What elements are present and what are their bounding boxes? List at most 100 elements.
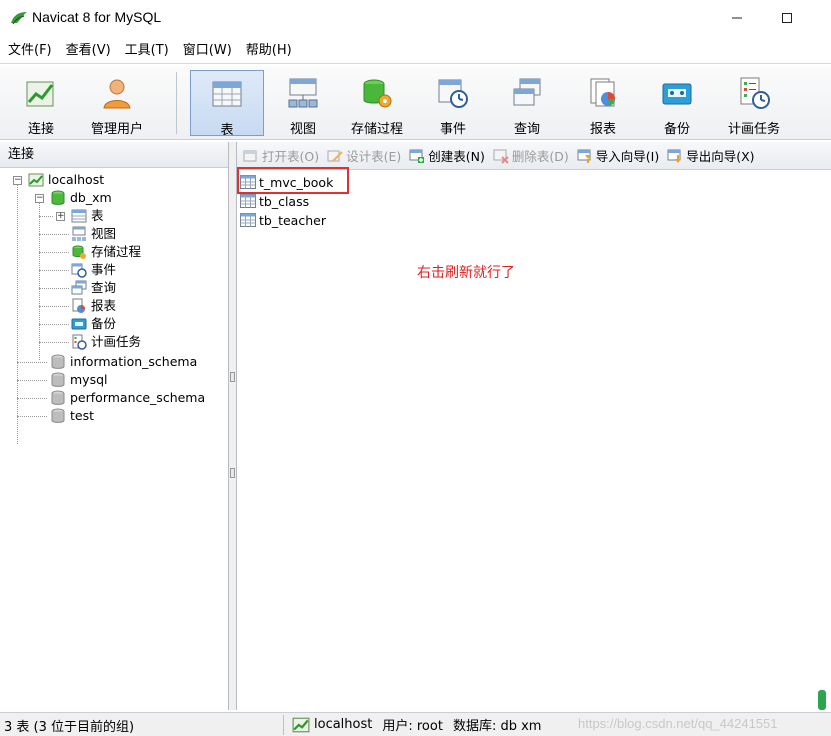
tree-guide-line	[17, 380, 47, 381]
open-table-icon	[243, 150, 257, 161]
view-icon	[288, 78, 318, 108]
table-list-item-tb-class[interactable]: tb_class	[240, 192, 309, 210]
procedure-label: 存储过程	[350, 122, 403, 137]
open-table-button[interactable]: 打开表(O)	[243, 146, 319, 165]
manage-users-label: 管理用户	[90, 122, 143, 137]
tree-item-db-xm[interactable]: db_xm	[50, 189, 112, 207]
create-table-button[interactable]: 创建表(N)	[409, 146, 485, 165]
event-button[interactable]: 事件	[418, 70, 488, 137]
backup-button[interactable]: 备份	[642, 70, 712, 137]
menu-window[interactable]: 窗口(W)	[175, 38, 238, 64]
tree-guide-line	[17, 398, 47, 399]
tree-guide-line	[17, 362, 47, 363]
maximize-button[interactable]	[764, 0, 810, 36]
status-user: 用户: root	[382, 719, 443, 734]
backup-label: 备份	[663, 122, 690, 137]
tree-item-information-schema[interactable]: information_schema	[50, 353, 197, 371]
table-list-item-t-mvc-book[interactable]: t_mvc_book	[240, 173, 333, 191]
tree-item-reports[interactable]: 报表	[71, 297, 116, 315]
table-list-item-tb-teacher[interactable]: tb_teacher	[240, 211, 326, 229]
menu-bar: 文件(F) 查看(V) 工具(T) 窗口(W) 帮助(H)	[0, 38, 831, 64]
report-icon	[72, 298, 85, 313]
tree-item-label: performance_schema	[70, 390, 206, 405]
tree-guide-line	[39, 202, 40, 360]
tree-item-label: db_xm	[70, 190, 112, 205]
export-wizard-button[interactable]: 导出向导(X)	[667, 146, 755, 165]
database-icon	[51, 408, 65, 423]
procedure-button[interactable]: 存储过程	[342, 70, 412, 137]
design-table-label: 设计表(E)	[346, 149, 402, 164]
import-wizard-button[interactable]: 导入向导(I)	[577, 146, 659, 165]
table-icon	[71, 209, 87, 223]
connection-panel-header: 连接	[0, 142, 228, 168]
toolbar-separator	[176, 72, 177, 134]
tree-guide-line	[39, 342, 69, 343]
view-button[interactable]: 视图	[268, 70, 338, 137]
export-icon	[667, 149, 682, 163]
connection-panel: 连接 − localhost − db_xm + 表 视图 存储过程 事件 查询…	[0, 142, 229, 710]
design-table-button[interactable]: 设计表(E)	[327, 146, 401, 165]
tree-item-schedules[interactable]: 计画任务	[71, 333, 141, 351]
database-icon	[51, 190, 65, 205]
tree-guide-line	[17, 416, 47, 417]
menu-file[interactable]: 文件(F)	[0, 38, 58, 64]
tree-item-tables[interactable]: 表	[71, 207, 104, 225]
collapse-db-toggle[interactable]: −	[35, 194, 44, 203]
tree-item-events[interactable]: 事件	[71, 261, 116, 279]
tree-item-views[interactable]: 视图	[71, 225, 116, 243]
tree-item-label: 事件	[91, 262, 117, 277]
tree-item-performance-schema[interactable]: performance_schema	[50, 389, 205, 407]
tree-item-backups[interactable]: 备份	[71, 315, 116, 333]
delete-table-button[interactable]: 删除表(D)	[493, 146, 569, 165]
splitter-grip[interactable]	[230, 372, 235, 382]
watermark-text: https://blog.csdn.net/qq_44241551	[578, 716, 778, 731]
title-bar: Navicat 8 for MySQL	[0, 0, 831, 36]
expand-tables-toggle[interactable]: +	[56, 212, 65, 221]
query-icon	[71, 280, 87, 295]
connection-icon	[292, 717, 310, 732]
maximize-icon	[782, 13, 792, 23]
create-table-icon	[409, 149, 425, 163]
splitter-grip[interactable]	[230, 468, 235, 478]
table-button[interactable]: 表	[190, 70, 264, 138]
collapse-localhost-toggle[interactable]: −	[13, 176, 22, 185]
table-name: t_mvc_book	[259, 174, 334, 190]
tree-item-label: information_schema	[70, 354, 198, 369]
status-separator	[283, 715, 284, 735]
tree-item-mysql[interactable]: mysql	[50, 371, 108, 389]
query-button[interactable]: 查询	[492, 70, 562, 137]
tree-item-queries[interactable]: 查询	[71, 279, 116, 297]
user-icon	[103, 79, 131, 109]
tree-guide-line	[39, 288, 69, 289]
minimize-button[interactable]	[714, 0, 760, 36]
panel-splitter[interactable]	[229, 142, 237, 710]
tree-item-label: 存储过程	[91, 244, 142, 259]
main-toolbar: 连接 管理用户 表 视图 存储过程 事件 查询 报表 备份 计画任务	[0, 66, 831, 140]
connect-button[interactable]: 连接	[6, 70, 76, 137]
manage-users-button[interactable]: 管理用户	[82, 70, 152, 137]
delete-table-icon	[493, 149, 509, 164]
tree-item-procedures[interactable]: 存储过程	[71, 243, 141, 261]
status-host: localhost	[314, 717, 373, 732]
tree-item-label: 视图	[91, 226, 117, 241]
export-wizard-label: 导出向导(X)	[686, 149, 755, 164]
annotation-text: 右击刷新就行了	[417, 265, 515, 281]
scroll-indicator[interactable]	[818, 690, 826, 710]
table-icon	[240, 194, 256, 208]
import-icon	[577, 149, 591, 163]
menu-tools[interactable]: 工具(T)	[117, 38, 175, 64]
schedule-label: 计画任务	[727, 122, 780, 137]
navicat-app-icon	[11, 12, 27, 25]
tree-item-label: 表	[91, 208, 104, 223]
open-table-label: 打开表(O)	[262, 149, 320, 164]
menu-help[interactable]: 帮助(H)	[238, 38, 298, 64]
schedule-button[interactable]: 计画任务	[716, 70, 792, 137]
tree-item-localhost[interactable]: localhost	[28, 171, 104, 189]
tree-guide-line	[39, 270, 69, 271]
tree-item-test[interactable]: test	[50, 407, 94, 425]
menu-view[interactable]: 查看(V)	[58, 38, 117, 64]
report-button[interactable]: 报表	[568, 70, 638, 137]
view-label: 视图	[289, 122, 316, 137]
report-label: 报表	[589, 122, 616, 137]
delete-table-label: 删除表(D)	[511, 149, 569, 164]
